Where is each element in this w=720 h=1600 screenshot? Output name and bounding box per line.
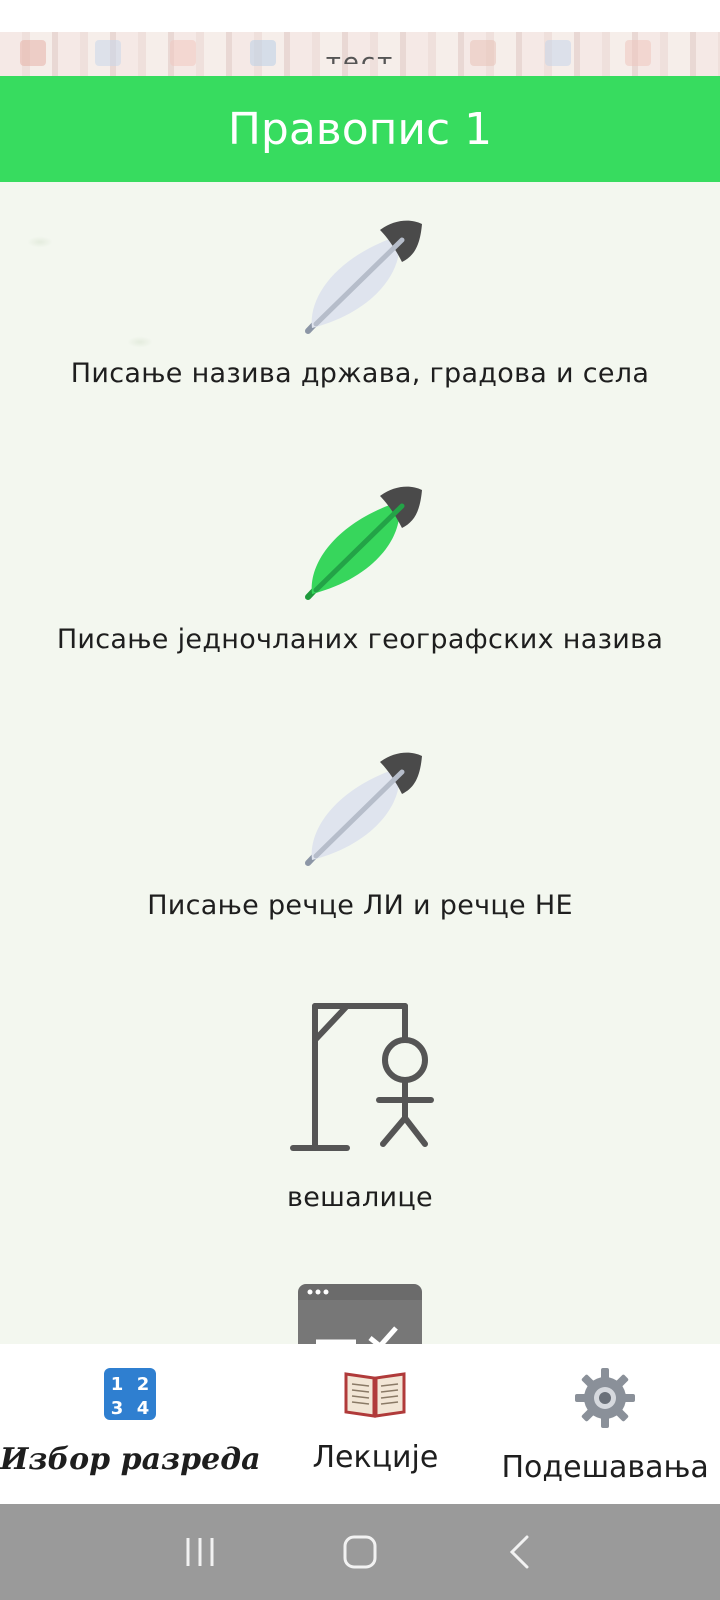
lesson-label: Писање назива држава, градова и села	[70, 358, 650, 389]
lesson-label: вешалице	[287, 1182, 433, 1213]
lesson-list[interactable]: Писање назива држава, градова и села Пис…	[0, 182, 720, 1344]
recent-apps-button[interactable]	[170, 1522, 230, 1582]
back-icon	[509, 1535, 529, 1569]
top-banner-label: тест	[0, 50, 720, 64]
lesson-item-1[interactable]: Писање назива држава, градова и села	[0, 216, 720, 389]
feather-gray-icon	[305, 220, 422, 334]
feather-green-icon	[305, 486, 422, 600]
feather-gray-icon	[305, 752, 422, 866]
lesson-item-3[interactable]: Писање речце ЛИ и речце НЕ	[0, 748, 720, 921]
nav-label: Подешавања	[501, 1450, 709, 1485]
home-button[interactable]	[330, 1522, 390, 1582]
svg-text:2: 2	[137, 1374, 150, 1395]
nav-item-grade-select[interactable]: 1 2 3 4 Избор разреда	[0, 1344, 261, 1504]
nav-label: Лекције	[312, 1440, 439, 1475]
numbers-grid-icon: 1 2 3 4	[104, 1368, 157, 1420]
nav-item-lessons[interactable]: Лекције	[261, 1344, 491, 1504]
quiz-window-icon	[298, 1284, 422, 1344]
top-banner-image: тест	[0, 32, 720, 76]
lesson-label: Писање речце ЛИ и речце НЕ	[147, 890, 573, 921]
status-area	[0, 0, 720, 32]
nav-item-settings[interactable]: Подешавања	[490, 1344, 720, 1504]
hangman-icon	[290, 1003, 434, 1151]
recent-apps-icon	[186, 1538, 214, 1566]
bottom-navigation: 1 2 3 4 Избор разреда Лекције Подешавања	[0, 1344, 720, 1504]
page-header: Правопис 1	[0, 76, 720, 182]
nav-label: Избор разреда	[0, 1442, 261, 1477]
book-icon	[344, 1372, 406, 1418]
lesson-item-5[interactable]	[0, 1282, 720, 1344]
page-title: Правопис 1	[227, 103, 493, 155]
lesson-item-2[interactable]: Писање једночланих географских назива	[0, 482, 720, 655]
lesson-item-4[interactable]: вешалице	[0, 1000, 720, 1213]
lesson-label: Писање једночланих географских назива	[56, 624, 664, 655]
gear-icon	[575, 1368, 636, 1428]
svg-text:3: 3	[111, 1398, 124, 1419]
svg-text:4: 4	[137, 1398, 150, 1419]
svg-text:1: 1	[111, 1374, 124, 1395]
home-icon	[343, 1535, 377, 1569]
system-navigation-bar	[0, 1504, 720, 1600]
back-button[interactable]	[490, 1522, 550, 1582]
